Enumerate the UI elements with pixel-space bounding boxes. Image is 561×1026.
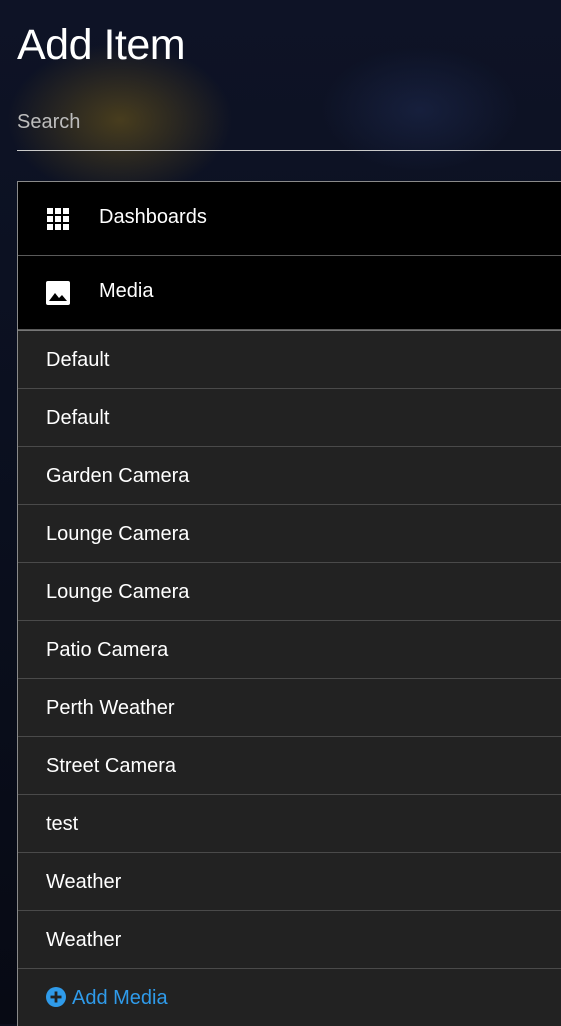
media-item-label: Weather bbox=[46, 929, 122, 951]
media-item-label: Street Camera bbox=[46, 755, 177, 777]
category-media[interactable]: Media bbox=[18, 256, 561, 330]
media-item[interactable]: Perth Weather bbox=[18, 679, 561, 737]
item-category-panel: Dashboards Media Default Default Garden … bbox=[17, 181, 561, 1026]
plus-circle-icon bbox=[46, 987, 66, 1007]
media-item[interactable]: Weather bbox=[18, 853, 561, 911]
media-item-label: Perth Weather bbox=[46, 697, 175, 719]
media-item[interactable]: Garden Camera bbox=[18, 447, 561, 505]
media-item-label: Default bbox=[46, 349, 110, 371]
media-item-label: Lounge Camera bbox=[46, 581, 190, 603]
grid-icon bbox=[47, 208, 69, 230]
search-field[interactable] bbox=[17, 98, 561, 151]
media-item[interactable]: Default bbox=[18, 331, 561, 389]
page-title: Add Item bbox=[17, 21, 186, 69]
media-item[interactable]: Default bbox=[18, 389, 561, 447]
media-item[interactable]: Lounge Camera bbox=[18, 563, 561, 621]
media-list: Default Default Garden Camera Lounge Cam… bbox=[18, 330, 561, 1026]
media-item-label: Patio Camera bbox=[46, 639, 169, 661]
media-item[interactable]: Lounge Camera bbox=[18, 505, 561, 563]
search-input[interactable] bbox=[17, 106, 557, 138]
media-item-label: Weather bbox=[46, 871, 122, 893]
media-item[interactable]: test bbox=[18, 795, 561, 853]
category-label: Dashboards bbox=[99, 206, 207, 228]
add-media-button[interactable]: Add Media bbox=[18, 969, 561, 1026]
media-item-label: test bbox=[46, 813, 79, 835]
media-item[interactable]: Weather bbox=[18, 911, 561, 969]
media-item-label: Garden Camera bbox=[46, 465, 190, 487]
media-item[interactable]: Patio Camera bbox=[18, 621, 561, 679]
media-item[interactable]: Street Camera bbox=[18, 737, 561, 795]
media-item-label: Lounge Camera bbox=[46, 523, 190, 545]
add-item-screen: Add Item Dashboards bbox=[0, 0, 561, 1026]
category-label: Media bbox=[99, 280, 154, 302]
category-dashboards[interactable]: Dashboards bbox=[18, 182, 561, 256]
add-media-label: Add Media bbox=[72, 987, 168, 1009]
image-icon bbox=[46, 281, 70, 305]
media-item-label: Default bbox=[46, 407, 110, 429]
